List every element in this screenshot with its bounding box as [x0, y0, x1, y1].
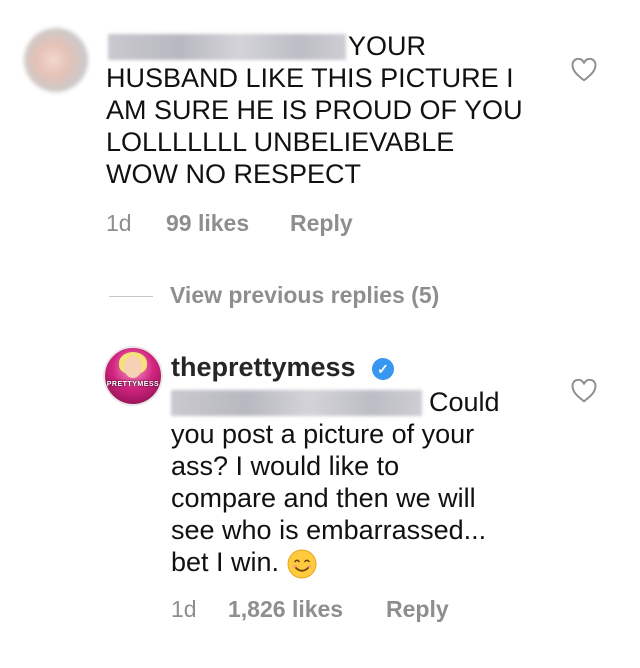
view-previous-replies-button[interactable]: View previous replies (5): [170, 282, 439, 309]
comment-likes[interactable]: 99 likes: [166, 210, 249, 237]
reply-reply-button[interactable]: Reply: [386, 596, 449, 623]
thread-divider-line: [109, 296, 153, 297]
theprettymess-avatar[interactable]: PRETTYMESS: [103, 346, 163, 406]
avatar-logo-text: PRETTYMESS: [106, 381, 160, 388]
heart-icon[interactable]: [571, 58, 597, 82]
smiling-face-emoji: [287, 549, 317, 579]
reply-username[interactable]: theprettymess: [171, 352, 356, 383]
reply-likes[interactable]: 1,826 likes: [228, 596, 343, 623]
comment-text: YOUR HUSBAND LIKE THIS PICTURE I AM SURE…: [106, 31, 523, 189]
reply-age: 1d: [171, 596, 197, 622]
reply-text-content: Could you post a picture of your ass? I …: [171, 387, 500, 577]
heart-icon[interactable]: [571, 379, 597, 403]
verified-badge-icon: ✓: [372, 358, 394, 380]
commenter-avatar[interactable]: [24, 28, 88, 92]
comment-reply-button[interactable]: Reply: [290, 210, 353, 237]
reply-text: Could you post a picture of your ass? I …: [171, 386, 531, 579]
avatar-face: [124, 356, 142, 378]
comment-age: 1d: [106, 210, 132, 236]
